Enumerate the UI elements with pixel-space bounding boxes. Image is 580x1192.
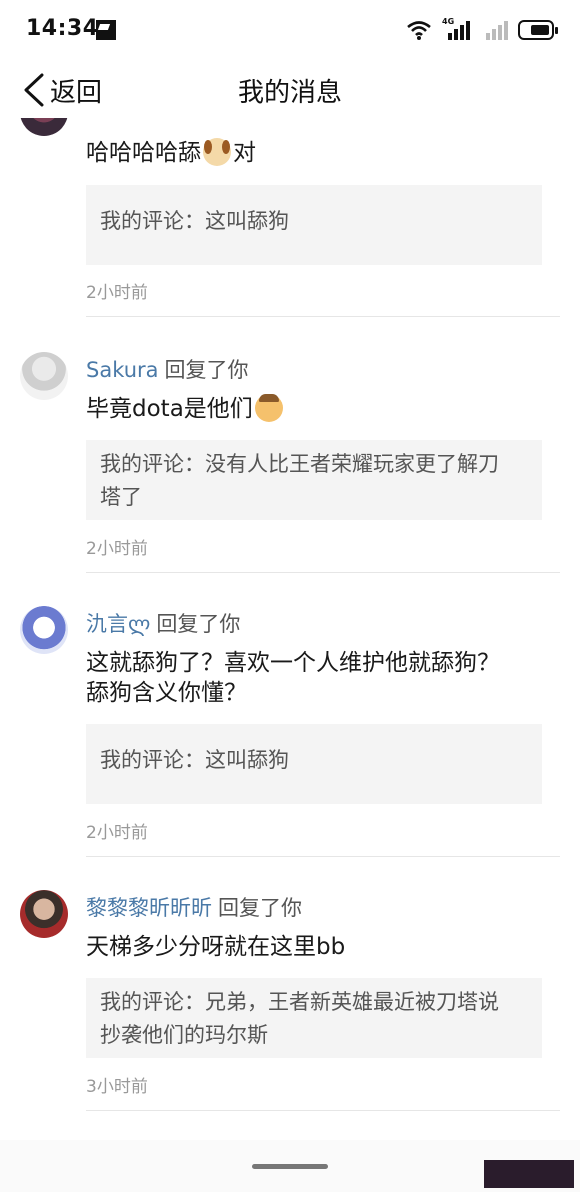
- network-type-label: 4G: [442, 17, 455, 26]
- divider: [86, 316, 560, 317]
- screen: 14:34 4G 返回 我的消息 哈哈哈哈舔 对 我的评论：这叫舔狗 2小时前 …: [0, 0, 580, 1192]
- status-icons: 4G: [406, 17, 558, 42]
- reply-label: 回复了你: [164, 358, 249, 382]
- user-name[interactable]: Sakura: [86, 358, 159, 382]
- notification-icon: [96, 20, 116, 40]
- reply-header: 氿言ლ 回复了你: [86, 608, 240, 638]
- message-text: 这就舔狗了？喜欢一个人维护他就舔狗？舔狗含义你懂？: [86, 650, 500, 706]
- message-text: 天梯多少分呀就在这里bb: [86, 934, 346, 960]
- message-time: 2小时前: [86, 539, 148, 559]
- user-name[interactable]: 黎黎黎昕昕昕: [86, 896, 212, 920]
- avatar[interactable]: [20, 606, 68, 654]
- avatar[interactable]: [20, 352, 68, 400]
- my-comment-quote[interactable]: 我的评论：这叫舔狗: [86, 724, 542, 804]
- message-content: 这就舔狗了？喜欢一个人维护他就舔狗？舔狗含义你懂？: [86, 648, 516, 708]
- signal-icon: 4G: [442, 17, 470, 41]
- nav-bar: 返回 我的消息: [0, 62, 580, 118]
- message-text-tail: 对: [233, 140, 256, 166]
- message-text: 毕竟dota是他们: [86, 396, 253, 422]
- message-content: 毕竟dota是他们: [86, 394, 526, 424]
- old-man-emoji-icon: [254, 394, 283, 422]
- message-time: 3小时前: [86, 1077, 148, 1097]
- my-comment-quote[interactable]: 我的评论：兄弟，王者新英雄最近被刀塔说抄袭他们的玛尔斯: [86, 978, 542, 1058]
- message-text: 哈哈哈哈舔: [86, 140, 201, 166]
- message-time: 2小时前: [86, 823, 148, 843]
- my-comment-quote[interactable]: 我的评论：这叫舔狗: [86, 185, 542, 265]
- wifi-icon: [406, 19, 432, 41]
- message-content: 天梯多少分呀就在这里bb: [86, 932, 526, 962]
- status-time: 14:34: [26, 16, 99, 41]
- reply-label: 回复了你: [218, 896, 302, 920]
- message-content: 哈哈哈哈舔 对: [86, 138, 526, 168]
- status-bar: 14:34 4G: [0, 0, 580, 62]
- reply-header: 黎黎黎昕昕昕 回复了你: [86, 892, 302, 922]
- user-name[interactable]: 氿言ლ: [86, 612, 150, 636]
- divider: [86, 1110, 560, 1111]
- dog-emoji-icon: [203, 138, 231, 166]
- home-indicator[interactable]: [252, 1164, 328, 1169]
- battery-level: [531, 25, 549, 35]
- signal-secondary-icon: [480, 19, 508, 41]
- reply-header: Sakura 回复了你: [86, 354, 249, 384]
- page-title: 我的消息: [237, 78, 342, 108]
- divider: [86, 572, 560, 573]
- reply-label: 回复了你: [156, 612, 241, 636]
- divider: [86, 856, 560, 857]
- battery-icon: [518, 20, 558, 40]
- home-bar-area: [0, 1140, 580, 1192]
- message-time: 2小时前: [86, 283, 148, 303]
- watermark-logo: [484, 1160, 574, 1188]
- my-comment-quote[interactable]: 我的评论：没有人比王者荣耀玩家更了解刀塔了: [86, 440, 542, 520]
- avatar[interactable]: [20, 890, 68, 938]
